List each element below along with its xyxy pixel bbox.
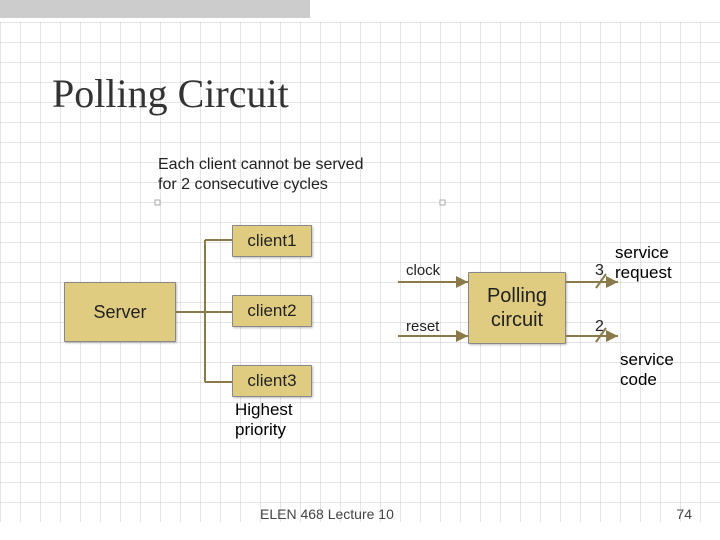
- reset-label: reset: [406, 318, 439, 335]
- constraint-line-2: for 2 consecutive cycles: [158, 176, 328, 193]
- bus-width-3: 3: [595, 262, 604, 280]
- polling-label-line-1: Polling: [487, 285, 547, 307]
- constraint-text: Each client cannot be served for 2 conse…: [158, 155, 363, 195]
- service-code-line-2: code: [620, 370, 657, 389]
- constraint-line-1: Each client cannot be served: [158, 156, 363, 173]
- client3-note-line-2: priority: [235, 420, 286, 439]
- clock-label: clock: [406, 262, 440, 279]
- client1-label: client1: [247, 231, 296, 251]
- footer-page-number: 74: [676, 506, 692, 522]
- client3-label: client3: [247, 371, 296, 391]
- server-block: Server: [64, 282, 176, 342]
- page-title: Polling Circuit: [52, 70, 289, 117]
- client3-note: Highest priority: [235, 400, 293, 441]
- service-request-line-2: request: [615, 263, 672, 282]
- client2-block: client2: [232, 295, 312, 327]
- client1-block: client1: [232, 225, 312, 257]
- polling-label-line-2: circuit: [491, 309, 543, 331]
- service-code-label: service code: [620, 350, 674, 389]
- polling-circuit-block: Polling circuit: [468, 272, 566, 344]
- server-label: Server: [93, 302, 146, 323]
- service-code-line-1: service: [620, 350, 674, 369]
- client2-label: client2: [247, 301, 296, 321]
- footer-lecture: ELEN 468 Lecture 10: [260, 506, 394, 522]
- bus-width-2: 2: [595, 318, 604, 336]
- service-request-label: service request: [615, 243, 672, 282]
- client3-note-line-1: Highest: [235, 400, 293, 419]
- service-request-line-1: service: [615, 243, 669, 262]
- top-divider: [0, 0, 310, 18]
- client3-block: client3: [232, 365, 312, 397]
